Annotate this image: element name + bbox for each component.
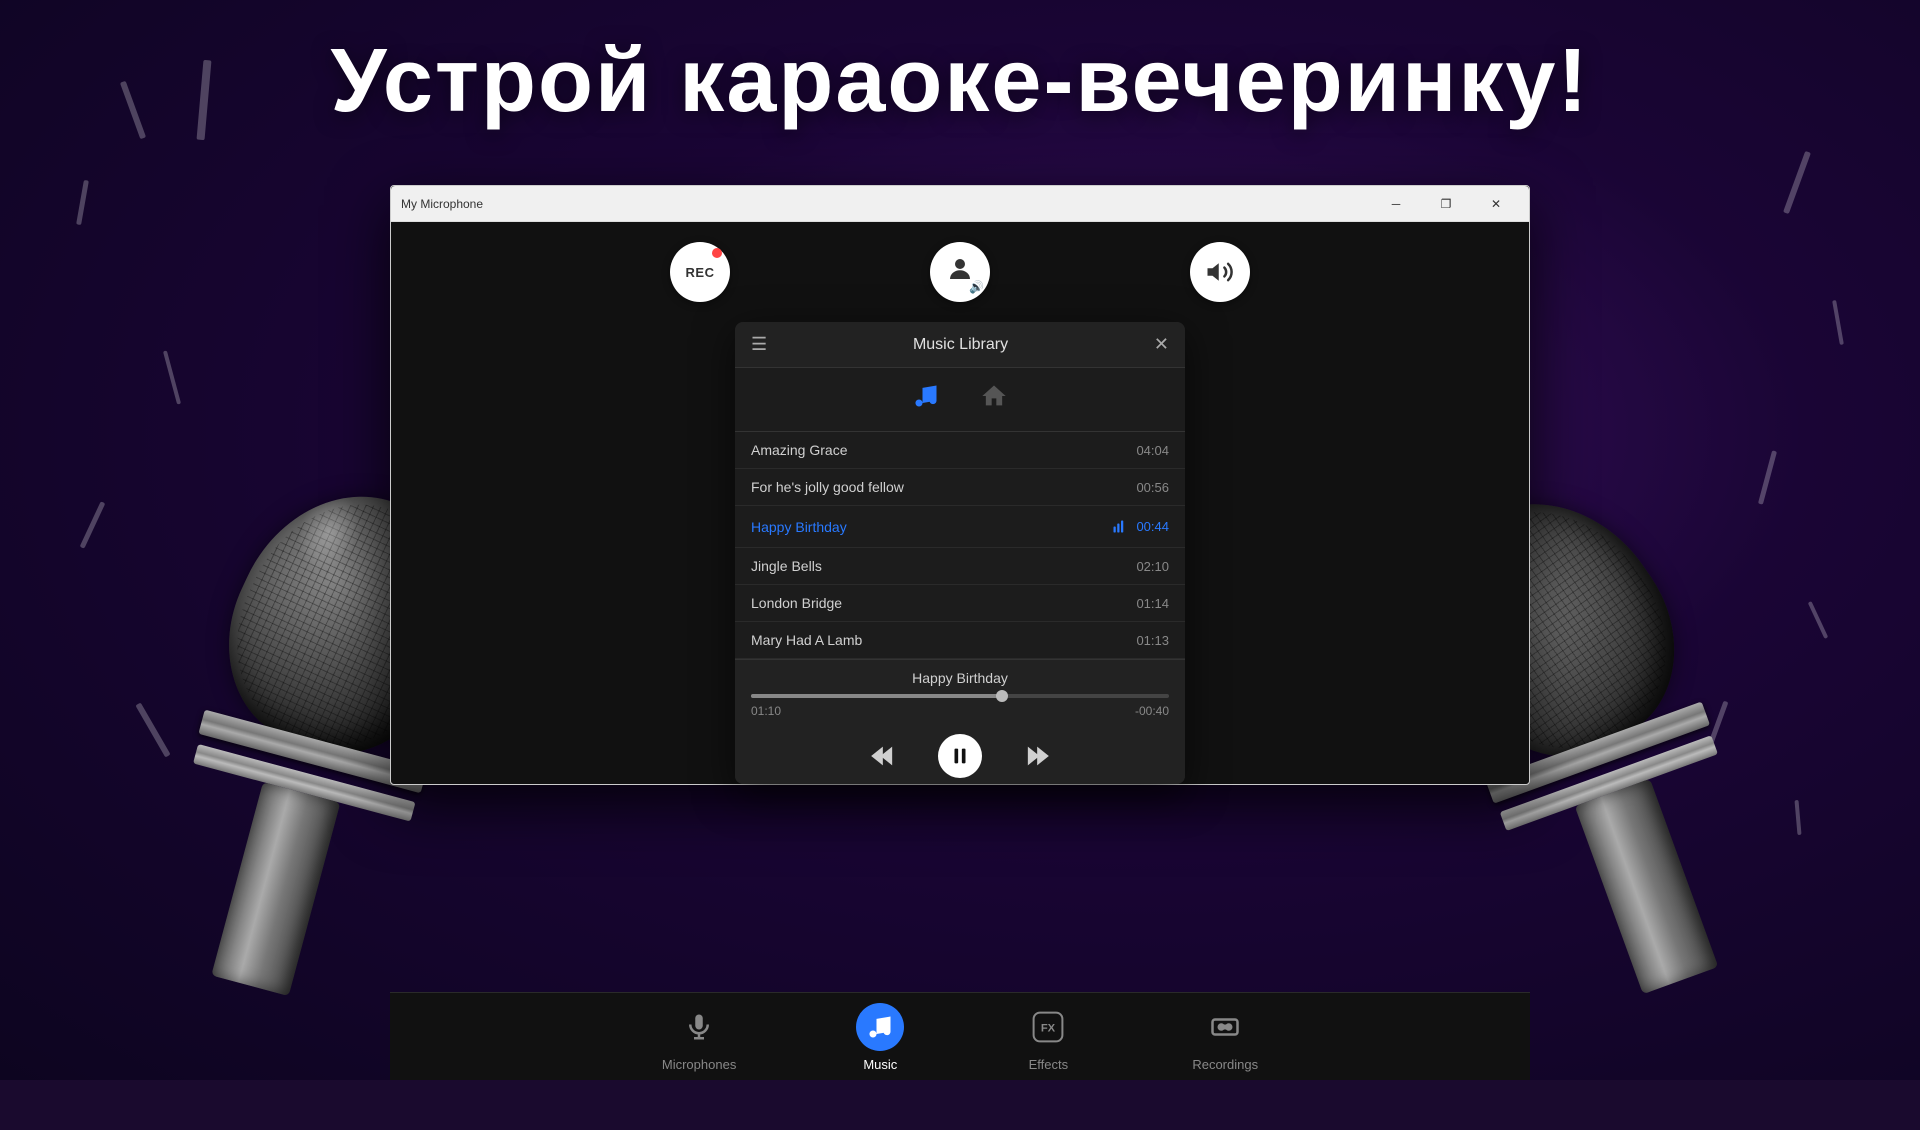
time-row: 01:10 -00:40 xyxy=(751,704,1169,718)
rewind-button[interactable] xyxy=(870,742,898,770)
song-item[interactable]: Jingle Bells 02:10 xyxy=(735,548,1185,585)
nav-effects-label: Effects xyxy=(1029,1057,1069,1072)
title-bar: My Microphone ─ ❐ ✕ xyxy=(391,186,1529,222)
rec-button[interactable]: REC xyxy=(670,242,730,302)
song-list[interactable]: Amazing Grace 04:04 For he's jolly good … xyxy=(735,432,1185,659)
nav-music[interactable]: Music xyxy=(856,1003,904,1072)
svg-text:FX: FX xyxy=(1041,1023,1056,1035)
panel-title: Music Library xyxy=(767,336,1154,354)
restore-button[interactable]: ❐ xyxy=(1423,190,1469,218)
song-item[interactable]: Mary Had A Lamb 01:13 xyxy=(735,622,1185,659)
now-playing-bar: Happy Birthday 01:10 -00:40 xyxy=(735,659,1185,784)
volume-button[interactable] xyxy=(1190,242,1250,302)
minimize-button[interactable]: ─ xyxy=(1373,190,1419,218)
song-item[interactable]: Amazing Grace 04:04 xyxy=(735,432,1185,469)
home-tab[interactable] xyxy=(972,378,1016,421)
fast-forward-button[interactable] xyxy=(1022,742,1050,770)
recordings-nav-icon xyxy=(1201,1003,1249,1051)
progress-fill xyxy=(751,694,1002,698)
now-playing-title: Happy Birthday xyxy=(751,670,1169,686)
mic-left-image xyxy=(60,480,410,1080)
panel-header: ☰ Music Library ✕ xyxy=(735,322,1185,368)
song-item-playing[interactable]: Happy Birthday 00:44 xyxy=(735,506,1185,548)
music-library-panel: ☰ Music Library ✕ xyxy=(735,322,1185,784)
page-title-area: Устрой караоке-вечеринку! xyxy=(0,30,1920,133)
nav-microphones[interactable]: Microphones xyxy=(662,1003,736,1072)
effects-nav-icon: FX xyxy=(1024,1003,1072,1051)
microphone-nav-icon xyxy=(675,1003,723,1051)
nav-effects[interactable]: FX Effects xyxy=(1024,1003,1072,1072)
close-button[interactable]: ✕ xyxy=(1473,190,1519,218)
playback-controls xyxy=(751,726,1169,784)
nav-recordings[interactable]: Recordings xyxy=(1192,1003,1258,1072)
nav-music-label: Music xyxy=(863,1057,897,1072)
nav-recordings-label: Recordings xyxy=(1192,1057,1258,1072)
rec-dot xyxy=(712,248,722,258)
bottom-nav: Microphones Music FX Effects Recordi xyxy=(390,992,1530,1080)
music-tab[interactable] xyxy=(904,378,948,421)
song-item[interactable]: London Bridge 01:14 xyxy=(735,585,1185,622)
app-window: My Microphone ─ ❐ ✕ REC 🔊 xyxy=(390,185,1530,785)
playing-indicator xyxy=(1112,516,1130,537)
pause-button[interactable] xyxy=(938,734,982,778)
song-item[interactable]: For he's jolly good fellow 00:56 xyxy=(735,469,1185,506)
person-button[interactable]: 🔊 xyxy=(930,242,990,302)
page-title: Устрой караоке-вечеринку! xyxy=(0,30,1920,133)
music-nav-icon xyxy=(856,1003,904,1051)
panel-menu-button[interactable]: ☰ xyxy=(751,334,767,355)
panel-tabs xyxy=(735,368,1185,432)
rec-label: REC xyxy=(686,265,715,280)
time-remaining: -00:40 xyxy=(1135,704,1169,718)
progress-thumb xyxy=(996,690,1008,702)
app-content: REC 🔊 xyxy=(391,222,1529,784)
window-title: My Microphone xyxy=(401,197,1373,211)
nav-microphones-label: Microphones xyxy=(662,1057,736,1072)
panel-close-button[interactable]: ✕ xyxy=(1154,334,1169,355)
window-controls: ─ ❐ ✕ xyxy=(1373,190,1519,218)
progress-bar[interactable] xyxy=(751,694,1169,698)
time-elapsed: 01:10 xyxy=(751,704,781,718)
mic-right-image xyxy=(1510,480,1860,1080)
top-controls: REC 🔊 xyxy=(670,242,1250,302)
